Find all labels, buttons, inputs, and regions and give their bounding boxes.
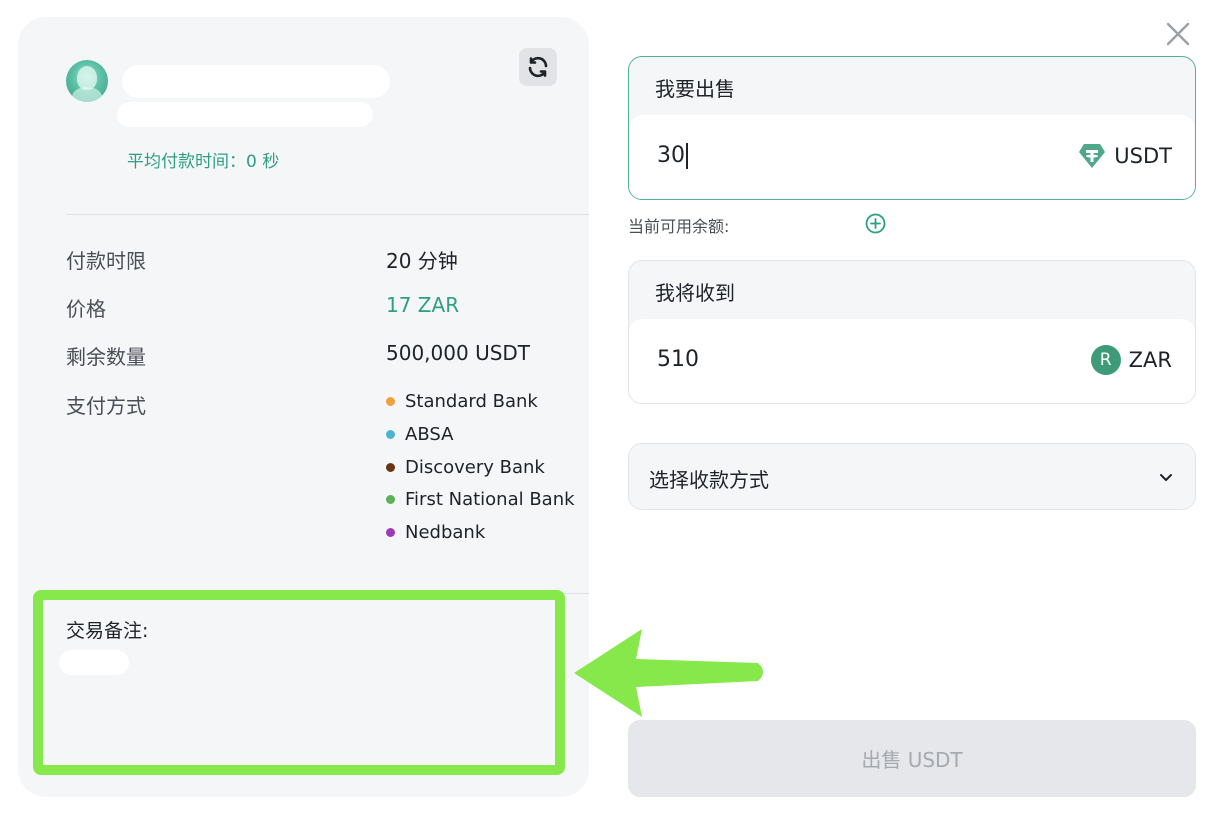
status-dot-icon xyxy=(386,495,395,504)
add-balance-icon[interactable] xyxy=(865,213,886,234)
price-label: 价格 xyxy=(66,297,106,321)
receive-amount-input[interactable]: 510 R ZAR xyxy=(629,319,1195,403)
payment-method-name: ABSA xyxy=(405,424,454,445)
sell-usdt-button[interactable]: 出售 USDT xyxy=(628,720,1196,797)
receive-currency: R ZAR xyxy=(1090,345,1172,375)
divider xyxy=(66,214,589,215)
receive-title: 我将收到 xyxy=(655,281,735,305)
sell-currency: USDT xyxy=(1078,143,1172,169)
status-dot-icon xyxy=(386,463,395,472)
avg-payment-time: 平均付款时间：0 秒 xyxy=(127,152,280,172)
tether-icon xyxy=(1079,144,1106,168)
trade-remark-redacted xyxy=(59,650,129,675)
sell-title: 我要出售 xyxy=(655,77,735,101)
chevron-down-icon xyxy=(1160,474,1172,481)
payment-method-item: Nedbank xyxy=(386,522,485,543)
advertiser-stats-redacted xyxy=(117,102,373,127)
payment-method-item: First National Bank xyxy=(386,489,575,510)
refresh-icon xyxy=(528,56,548,78)
trade-remark-label: 交易备注: xyxy=(66,620,149,642)
receive-amount-value[interactable]: 510 xyxy=(657,347,699,372)
close-icon[interactable] xyxy=(1162,18,1194,50)
payment-method-name: Standard Bank xyxy=(405,391,538,412)
payment-method-name: Discovery Bank xyxy=(405,457,545,478)
price-value: 17 ZAR xyxy=(386,293,460,317)
refresh-button[interactable] xyxy=(519,48,557,86)
payment-method-name: Nedbank xyxy=(405,522,486,543)
payment-method-select[interactable]: 选择收款方式 xyxy=(628,443,1196,510)
advertiser-avatar[interactable] xyxy=(66,60,108,102)
receive-amount-box: 我将收到 510 R ZAR xyxy=(628,260,1196,404)
available-balance-redacted xyxy=(760,211,860,233)
payment-limit-value: 20 分钟 xyxy=(386,249,458,273)
payment-method-name: First National Bank xyxy=(405,489,575,510)
payment-method-item: Standard Bank xyxy=(386,391,538,412)
payment-method-item: ABSA xyxy=(386,424,453,445)
remaining-quantity-value: 500,000 USDT xyxy=(386,341,531,365)
rand-icon: R xyxy=(1090,345,1121,375)
payment-limit-label: 付款时限 xyxy=(66,249,146,273)
payment-method-select-label: 选择收款方式 xyxy=(649,468,769,492)
ad-details-panel: 平均付款时间：0 秒 付款时限 20 分钟 价格 17 ZAR 剩余数量 500… xyxy=(18,17,589,797)
remaining-quantity-label: 剩余数量 xyxy=(66,345,146,369)
sell-amount-box: 我要出售 30 USDT xyxy=(628,56,1196,200)
sell-amount-value[interactable]: 30 xyxy=(657,143,688,169)
sell-amount-input[interactable]: 30 USDT xyxy=(629,115,1195,199)
payment-methods-label: 支付方式 xyxy=(66,394,146,418)
divider xyxy=(562,593,589,594)
receive-currency-label: ZAR xyxy=(1128,348,1172,372)
available-balance-label: 当前可用余额: xyxy=(628,217,730,236)
sell-currency-label: USDT xyxy=(1114,144,1172,168)
advertiser-name-redacted xyxy=(122,65,390,98)
text-caret xyxy=(686,143,688,169)
arrow-icon xyxy=(574,629,763,717)
status-dot-icon xyxy=(386,397,395,406)
status-dot-icon xyxy=(386,430,395,439)
payment-method-item: Discovery Bank xyxy=(386,457,545,478)
status-dot-icon xyxy=(386,528,395,537)
